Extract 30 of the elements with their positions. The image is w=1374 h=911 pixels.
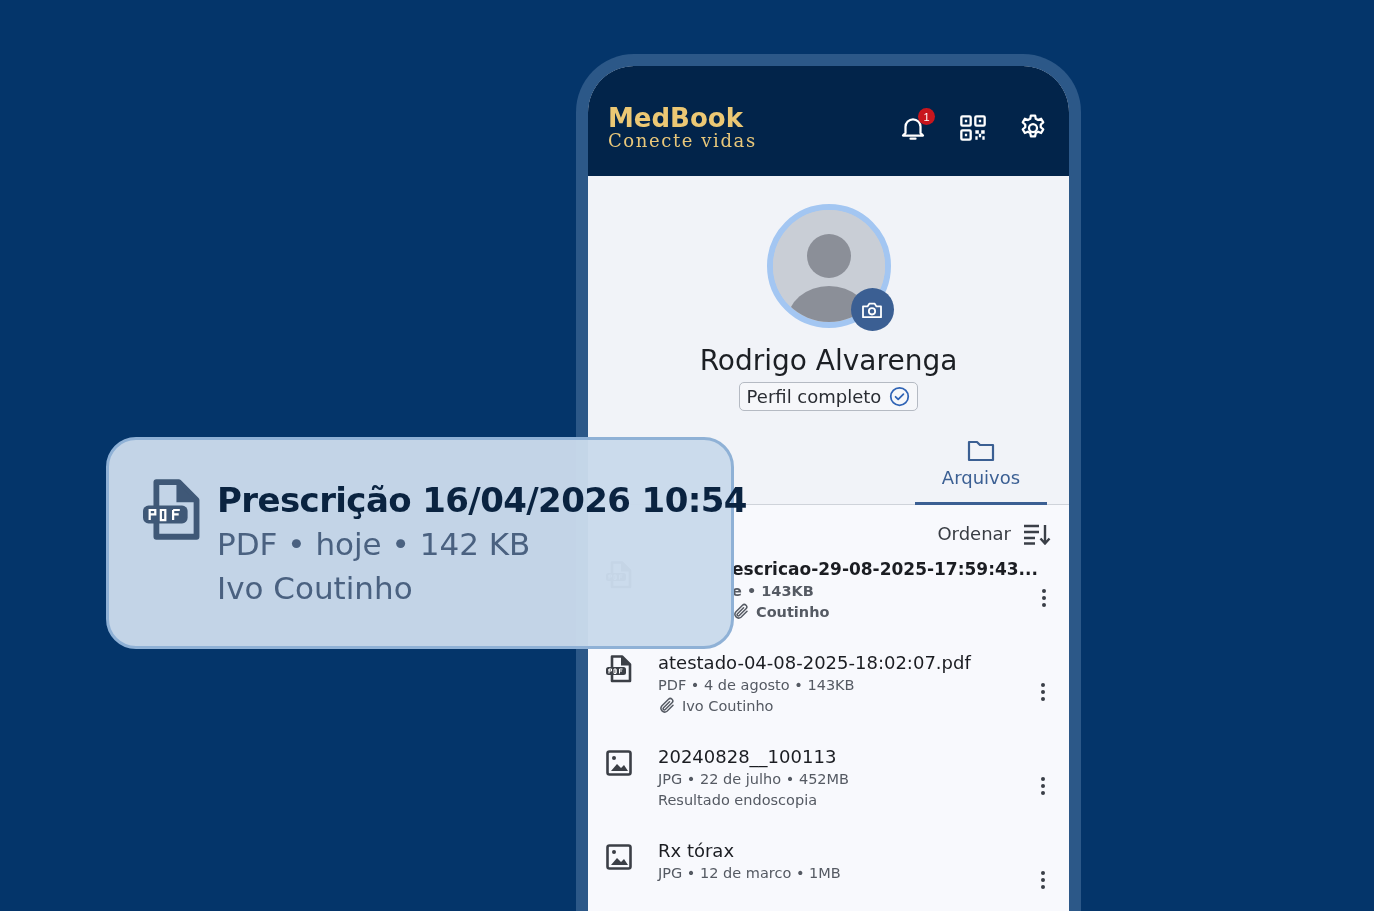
change-photo-button[interactable] bbox=[850, 288, 894, 331]
file-name: atestado-04-08-2025-18:02:07.pdf bbox=[658, 650, 973, 675]
camera-icon bbox=[861, 300, 883, 319]
image-icon bbox=[606, 748, 632, 777]
sort-button[interactable]: Ordenar bbox=[937, 522, 1051, 545]
file-details: JPG • 12 de marco • 1MB bbox=[658, 863, 842, 883]
folder-icon bbox=[967, 439, 995, 463]
file-name: escricao-29-08-2025-17:59:43... bbox=[732, 557, 1038, 581]
sort-icon bbox=[1023, 522, 1051, 545]
pdf-file-icon bbox=[606, 654, 632, 683]
file-note: Ivo Coutinho bbox=[217, 569, 413, 608]
user-name: Rodrigo Alvarenga bbox=[699, 344, 958, 378]
image-icon bbox=[606, 842, 632, 871]
file-note: Resultado endoscopia bbox=[658, 790, 818, 810]
notifications-button[interactable]: 1 bbox=[891, 106, 935, 150]
file-note: Coutinho bbox=[756, 602, 830, 622]
app-logo-title: MedBook bbox=[608, 105, 744, 131]
file-details: PDF • hoje • 142 KB bbox=[217, 525, 531, 564]
file-details: JPG • 22 de julho • 452MB bbox=[658, 769, 851, 789]
file-note: Ivo Coutinho bbox=[682, 696, 774, 716]
file-name: 20240828__100113 bbox=[658, 744, 838, 769]
profile-status-badge: Perfil completo bbox=[738, 382, 919, 411]
check-circle-icon bbox=[889, 386, 911, 407]
notification-count: 1 bbox=[918, 108, 935, 125]
file-name: Prescrição 16/04/2026 10:54 bbox=[217, 479, 747, 522]
pdf-file-icon bbox=[143, 478, 201, 542]
file-name: Rx tórax bbox=[658, 838, 736, 863]
qr-code-icon bbox=[959, 114, 987, 142]
app-logo-tagline: Conecte vidas bbox=[608, 131, 758, 151]
file-details: PDF • 4 de agosto • 143KB bbox=[658, 675, 856, 695]
